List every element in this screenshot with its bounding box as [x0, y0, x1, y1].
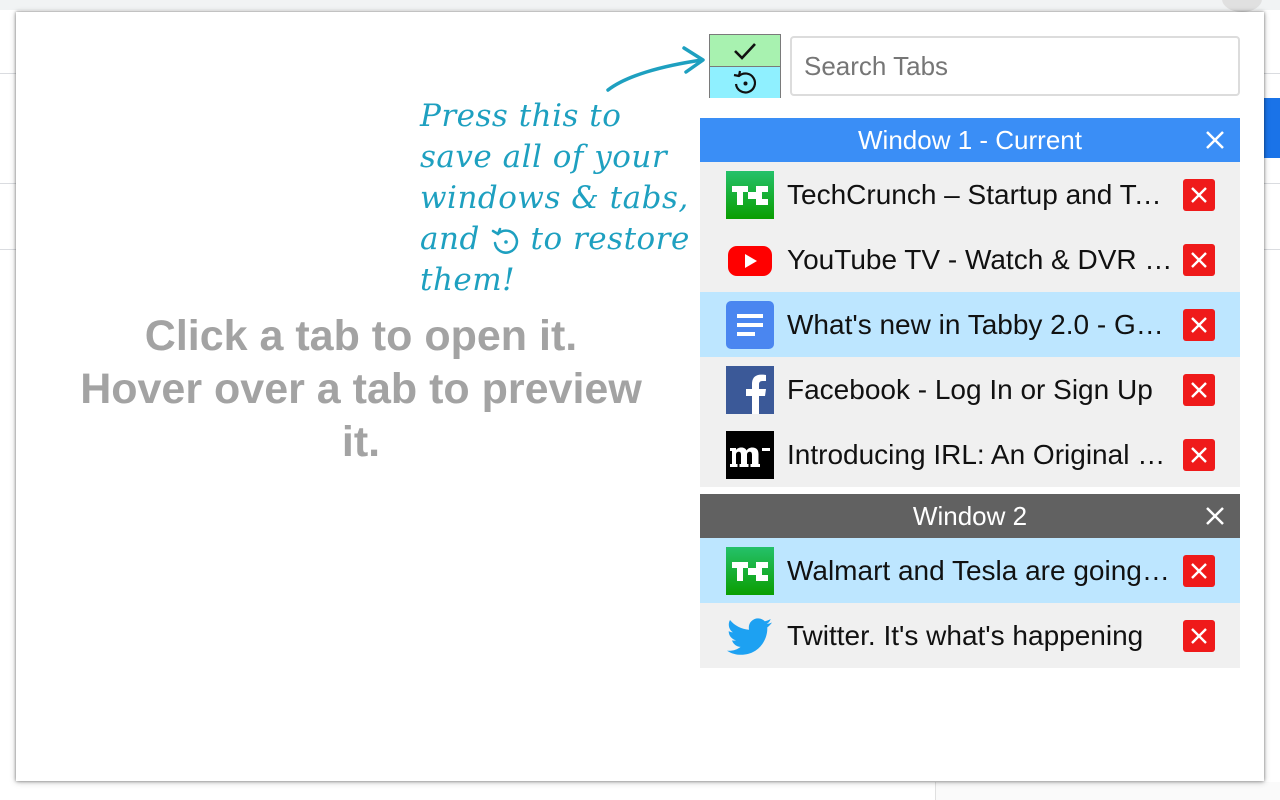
browser-divider [1264, 183, 1280, 184]
close-icon [1191, 252, 1207, 268]
tab-manager-popup: Click a tab to open it. Hover over a tab… [16, 12, 1264, 781]
window-header[interactable]: Window 2 [700, 494, 1240, 538]
close-icon [1191, 187, 1207, 203]
close-tab-button[interactable] [1183, 374, 1215, 406]
browser-divider [0, 73, 16, 74]
browser-divider [0, 249, 16, 250]
tab-row[interactable]: Walmart and Tesla are going to court [700, 538, 1240, 603]
preview-hint-line: it. [341, 418, 381, 466]
tab-row[interactable]: TechCrunch – Startup and Technology News [700, 162, 1240, 227]
close-window-button[interactable] [1202, 118, 1228, 162]
youtube-icon [726, 236, 774, 284]
annotation-line: Press this to [420, 98, 622, 134]
restore-icon [491, 227, 519, 254]
window-title: Window 2 [912, 501, 1028, 531]
tab-title: What's new in Tabby 2.0 - Google Docs [787, 308, 1173, 340]
browser-blue-button [1262, 98, 1280, 158]
browser-divider [0, 183, 16, 184]
annotation-line: them! [420, 262, 516, 298]
techcrunch-icon [726, 546, 774, 595]
restore-icon [733, 70, 757, 94]
tab-title: Introducing IRL: An Original Podcast fro… [787, 438, 1173, 470]
window-group: Window 1 - Current TechCrunch – Startup … [700, 118, 1240, 487]
tab-row[interactable]: Introducing IRL: An Original Podcast fro… [700, 422, 1240, 487]
close-icon [1206, 131, 1224, 149]
annotation-line: windows & tabs, [420, 180, 689, 216]
tab-title: YouTube TV - Watch & DVR Live Sports, Sh… [787, 243, 1173, 275]
close-tab-button[interactable] [1183, 179, 1215, 211]
annotation-line: and to restore [420, 219, 720, 260]
window-group: Window 2 Walmart and Tesla are going to … [700, 494, 1240, 668]
tab-row[interactable]: Twitter. It's what's happening [700, 603, 1240, 668]
save-button[interactable] [710, 35, 780, 67]
annotation-arrow-icon [606, 46, 705, 92]
browser-top-bar [0, 0, 1280, 10]
restore-button[interactable] [710, 67, 780, 98]
preview-hint-line: Click a tab to open it. [144, 312, 578, 360]
tab-title: Walmart and Tesla are going to court [787, 554, 1173, 586]
close-tab-button[interactable] [1183, 439, 1215, 471]
tab-title: Twitter. It's what's happening [787, 619, 1144, 651]
close-tab-button[interactable] [1183, 244, 1215, 276]
annotation-word: and [420, 221, 480, 257]
close-icon [1191, 628, 1207, 644]
close-icon [1206, 507, 1224, 525]
browser-profile-icon [1222, 0, 1262, 12]
annotation-line: save all of your [420, 139, 668, 175]
search-tabs-input[interactable] [790, 36, 1240, 96]
close-icon [1191, 447, 1207, 463]
window-list: Window 1 - Current TechCrunch – Startup … [700, 118, 1240, 675]
close-icon [1191, 382, 1207, 398]
tab-title: Facebook - Log In or Sign Up [787, 373, 1153, 405]
check-icon [734, 42, 756, 60]
browser-divider [1264, 73, 1280, 74]
techcrunch-icon [726, 170, 774, 219]
tab-row[interactable]: What's new in Tabby 2.0 - Google Docs [700, 292, 1240, 357]
close-tab-button[interactable] [1183, 309, 1215, 341]
browser-sidebar [935, 782, 1280, 800]
close-window-button[interactable] [1202, 494, 1228, 538]
google-docs-icon [726, 300, 774, 349]
tab-row[interactable]: YouTube TV - Watch & DVR Live Sports, Sh… [700, 227, 1240, 292]
save-restore-button[interactable] [709, 34, 781, 98]
close-tab-button[interactable] [1183, 620, 1215, 652]
facebook-icon [726, 365, 774, 414]
annotation-word: to restore [530, 221, 690, 257]
twitter-icon [726, 612, 774, 660]
window-title: Window 1 - Current [858, 125, 1082, 155]
tab-title: TechCrunch – Startup and Technology News [787, 178, 1173, 210]
preview-hint: Click a tab to open it. Hover over a tab… [56, 310, 666, 469]
close-tab-button[interactable] [1183, 555, 1215, 587]
preview-hint-line: Hover over a tab to preview [80, 365, 642, 413]
close-icon [1191, 563, 1207, 579]
annotation-note: Press this to save all of your windows &… [420, 96, 720, 301]
medium-icon [726, 430, 774, 479]
tab-row[interactable]: Facebook - Log In or Sign Up [700, 357, 1240, 422]
window-header[interactable]: Window 1 - Current [700, 118, 1240, 162]
close-icon [1191, 317, 1207, 333]
browser-divider [1264, 249, 1280, 250]
